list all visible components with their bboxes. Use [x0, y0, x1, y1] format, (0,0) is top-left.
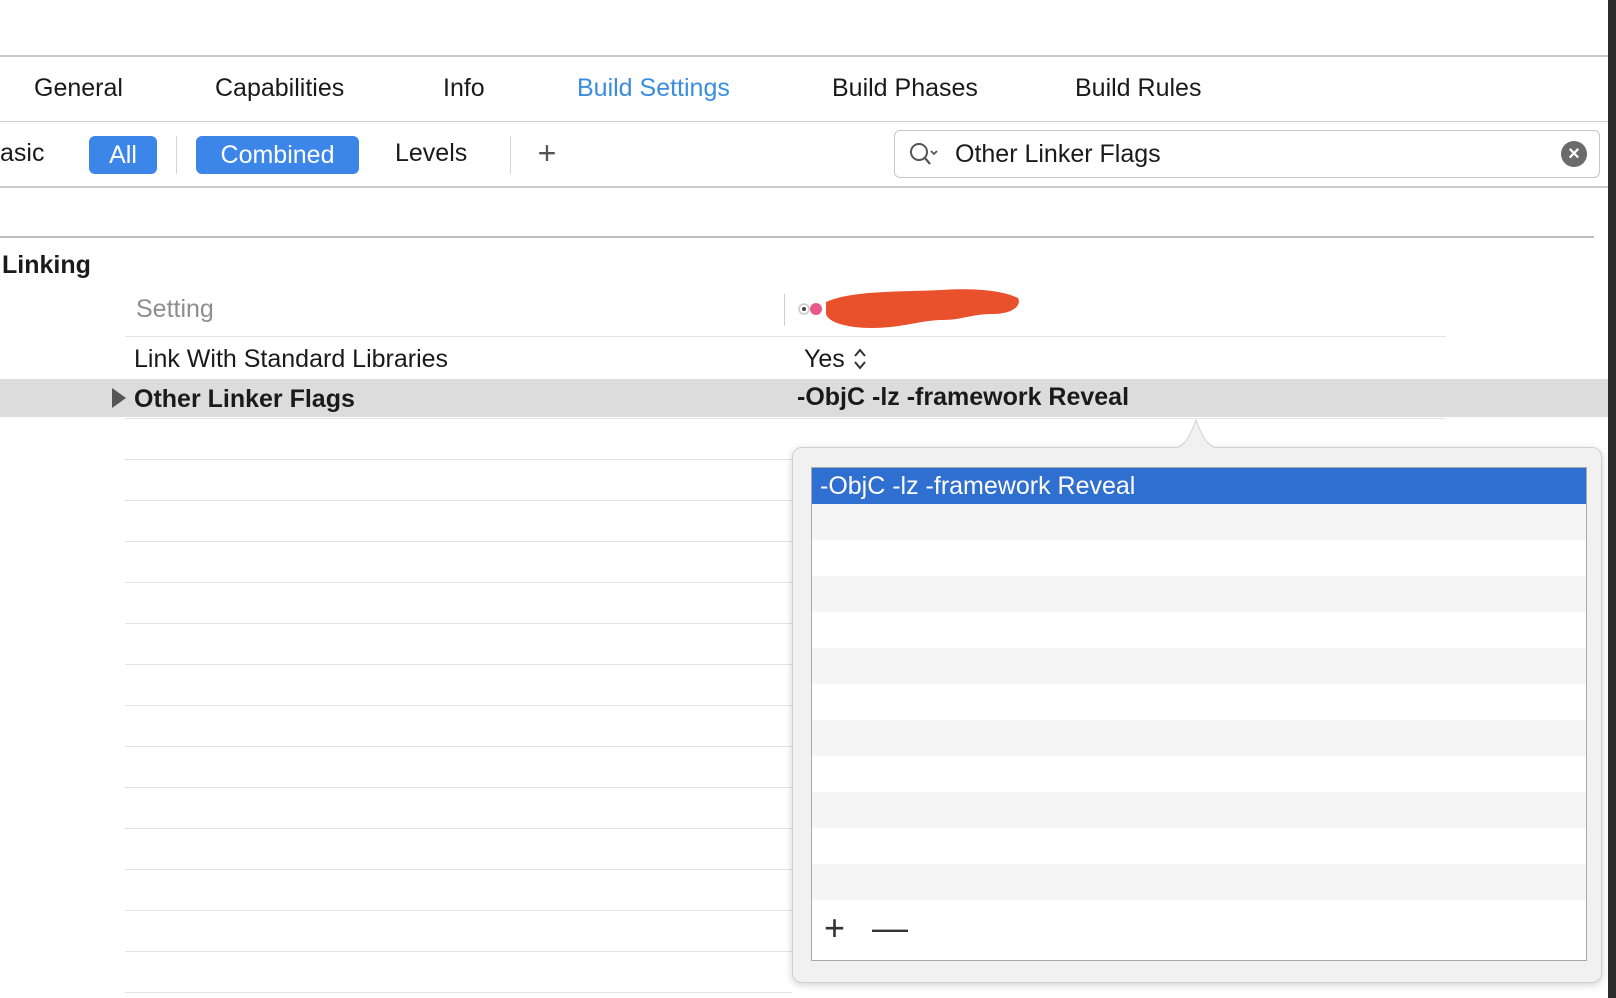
search-field[interactable]: × — [894, 130, 1600, 178]
row-separator — [125, 787, 792, 788]
list-row[interactable] — [812, 720, 1586, 756]
section-title: Linking — [2, 251, 91, 279]
setting-name[interactable]: Link With Standard Libraries — [134, 342, 448, 376]
filter-basic-button[interactable]: asic — [0, 136, 44, 170]
tab-build-phases[interactable]: Build Phases — [832, 71, 978, 105]
list-row[interactable] — [812, 648, 1586, 684]
window-top-bar — [0, 0, 1608, 57]
row-separator — [125, 910, 792, 911]
clear-icon[interactable]: × — [1561, 141, 1587, 167]
setting-name[interactable]: Other Linker Flags — [134, 382, 355, 416]
tab-info[interactable]: Info — [443, 71, 485, 105]
setting-value[interactable]: Yes — [804, 342, 845, 376]
add-setting-button[interactable]: + — [532, 136, 562, 170]
row-separator — [125, 664, 792, 665]
row-separator — [125, 869, 792, 870]
column-header-setting[interactable]: Setting — [136, 292, 214, 326]
filter-divider — [176, 136, 177, 174]
search-input[interactable] — [955, 137, 1545, 171]
row-separator — [125, 951, 792, 952]
row-separator — [125, 828, 792, 829]
chevron-up-down-icon[interactable] — [852, 346, 868, 372]
editor-tab-bar: General Capabilities Info Build Settings… — [0, 57, 1608, 122]
filter-divider — [510, 136, 511, 174]
tab-build-rules[interactable]: Build Rules — [1075, 71, 1201, 105]
list-row[interactable] — [812, 864, 1586, 900]
disclosure-triangle-icon[interactable] — [108, 384, 128, 412]
window-edge — [1608, 0, 1616, 998]
tab-general[interactable]: General — [34, 71, 123, 105]
redaction-mark — [826, 289, 1019, 328]
remove-value-button[interactable]: — — [872, 908, 908, 948]
list-row[interactable] — [812, 576, 1586, 612]
add-value-button[interactable]: + — [824, 908, 845, 948]
column-divider — [784, 294, 785, 326]
tab-build-settings[interactable]: Build Settings — [577, 71, 730, 105]
row-separator — [125, 500, 792, 501]
tab-capabilities[interactable]: Capabilities — [215, 71, 344, 105]
row-separator — [125, 705, 792, 706]
list-row[interactable] — [812, 504, 1586, 540]
search-icon[interactable] — [909, 141, 939, 167]
list-item[interactable]: -ObjC -lz -framework Reveal — [812, 468, 1586, 504]
row-separator — [125, 418, 1446, 419]
values-list[interactable]: -ObjC -lz -framework Reveal + — — [811, 467, 1587, 961]
settings-filter-bar: asic All Combined Levels + × — [0, 122, 1608, 188]
row-separator — [125, 746, 792, 747]
row-separator — [125, 459, 792, 460]
view-combined-button[interactable]: Combined — [196, 136, 359, 174]
row-separator — [125, 541, 792, 542]
values-popover: -ObjC -lz -framework Reveal + — — [792, 447, 1602, 983]
setting-value[interactable]: -ObjC -lz -framework Reveal — [797, 380, 1129, 414]
row-separator — [125, 992, 792, 993]
row-separator — [125, 582, 792, 583]
filter-all-button[interactable]: All — [89, 136, 157, 174]
section-divider — [0, 236, 1594, 238]
list-row[interactable] — [812, 792, 1586, 828]
view-levels-button[interactable]: Levels — [395, 136, 467, 170]
row-separator — [125, 336, 1446, 337]
popover-arrow — [1168, 418, 1224, 450]
row-separator — [125, 623, 792, 624]
